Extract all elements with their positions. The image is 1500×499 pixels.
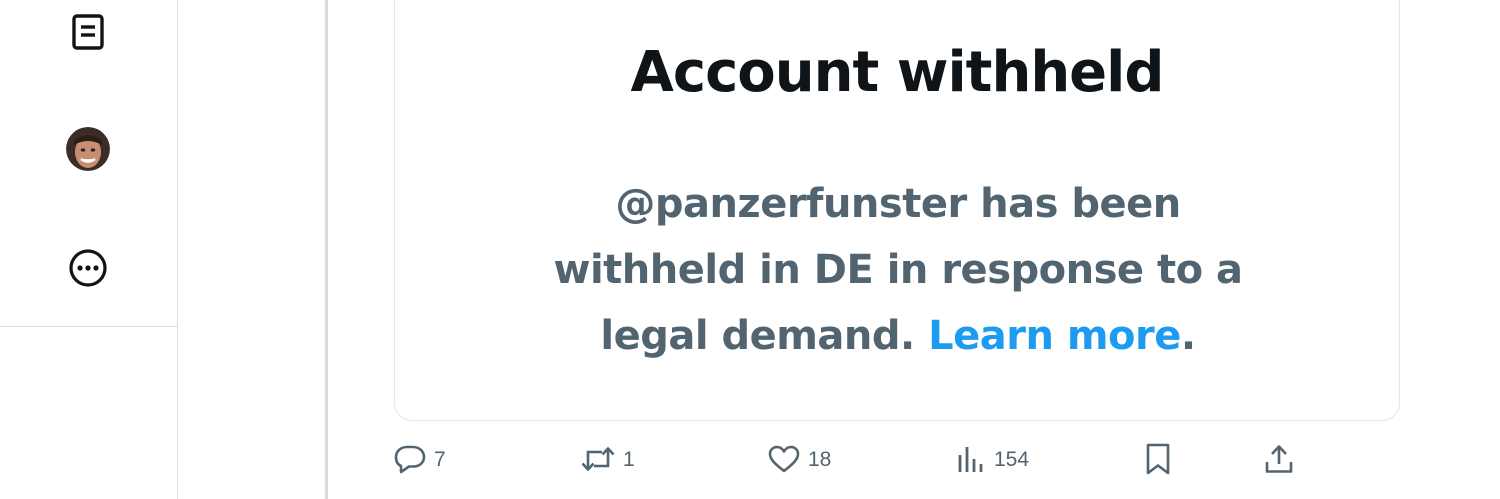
message-period: . — [1180, 313, 1196, 359]
more-circle-icon — [68, 248, 108, 288]
rail-divider — [0, 326, 178, 327]
retweet-count: 1 — [623, 447, 635, 471]
heart-icon — [768, 445, 808, 473]
more-button[interactable] — [60, 240, 116, 296]
reply-button[interactable]: 7 — [394, 441, 446, 477]
views-chart-icon — [956, 445, 994, 473]
profile-button[interactable] — [60, 121, 116, 177]
share-upload-icon — [1264, 443, 1302, 475]
like-button[interactable]: 18 — [768, 441, 831, 477]
retweet-button[interactable]: 1 — [581, 441, 635, 477]
withheld-notice-card: Account withheld @panzerfunster has been… — [394, 0, 1400, 421]
like-count: 18 — [808, 447, 832, 471]
lists-icon — [71, 14, 105, 50]
views-button[interactable]: 154 — [956, 441, 1029, 477]
learn-more-link[interactable]: Learn more — [928, 313, 1181, 359]
bookmark-icon — [1143, 443, 1181, 475]
left-nav-rail — [0, 0, 178, 499]
lists-button[interactable] — [60, 4, 116, 60]
bookmark-button[interactable] — [1143, 441, 1181, 477]
retweet-icon — [581, 445, 623, 473]
reply-count: 7 — [434, 447, 446, 471]
withheld-title: Account withheld — [630, 40, 1165, 105]
avatar — [66, 127, 110, 171]
withheld-message: @panzerfunster has been withheld in DE i… — [515, 171, 1281, 369]
reply-icon — [394, 444, 434, 474]
main-column-border — [325, 0, 328, 499]
share-button[interactable] — [1264, 441, 1302, 477]
views-count: 154 — [994, 447, 1030, 471]
